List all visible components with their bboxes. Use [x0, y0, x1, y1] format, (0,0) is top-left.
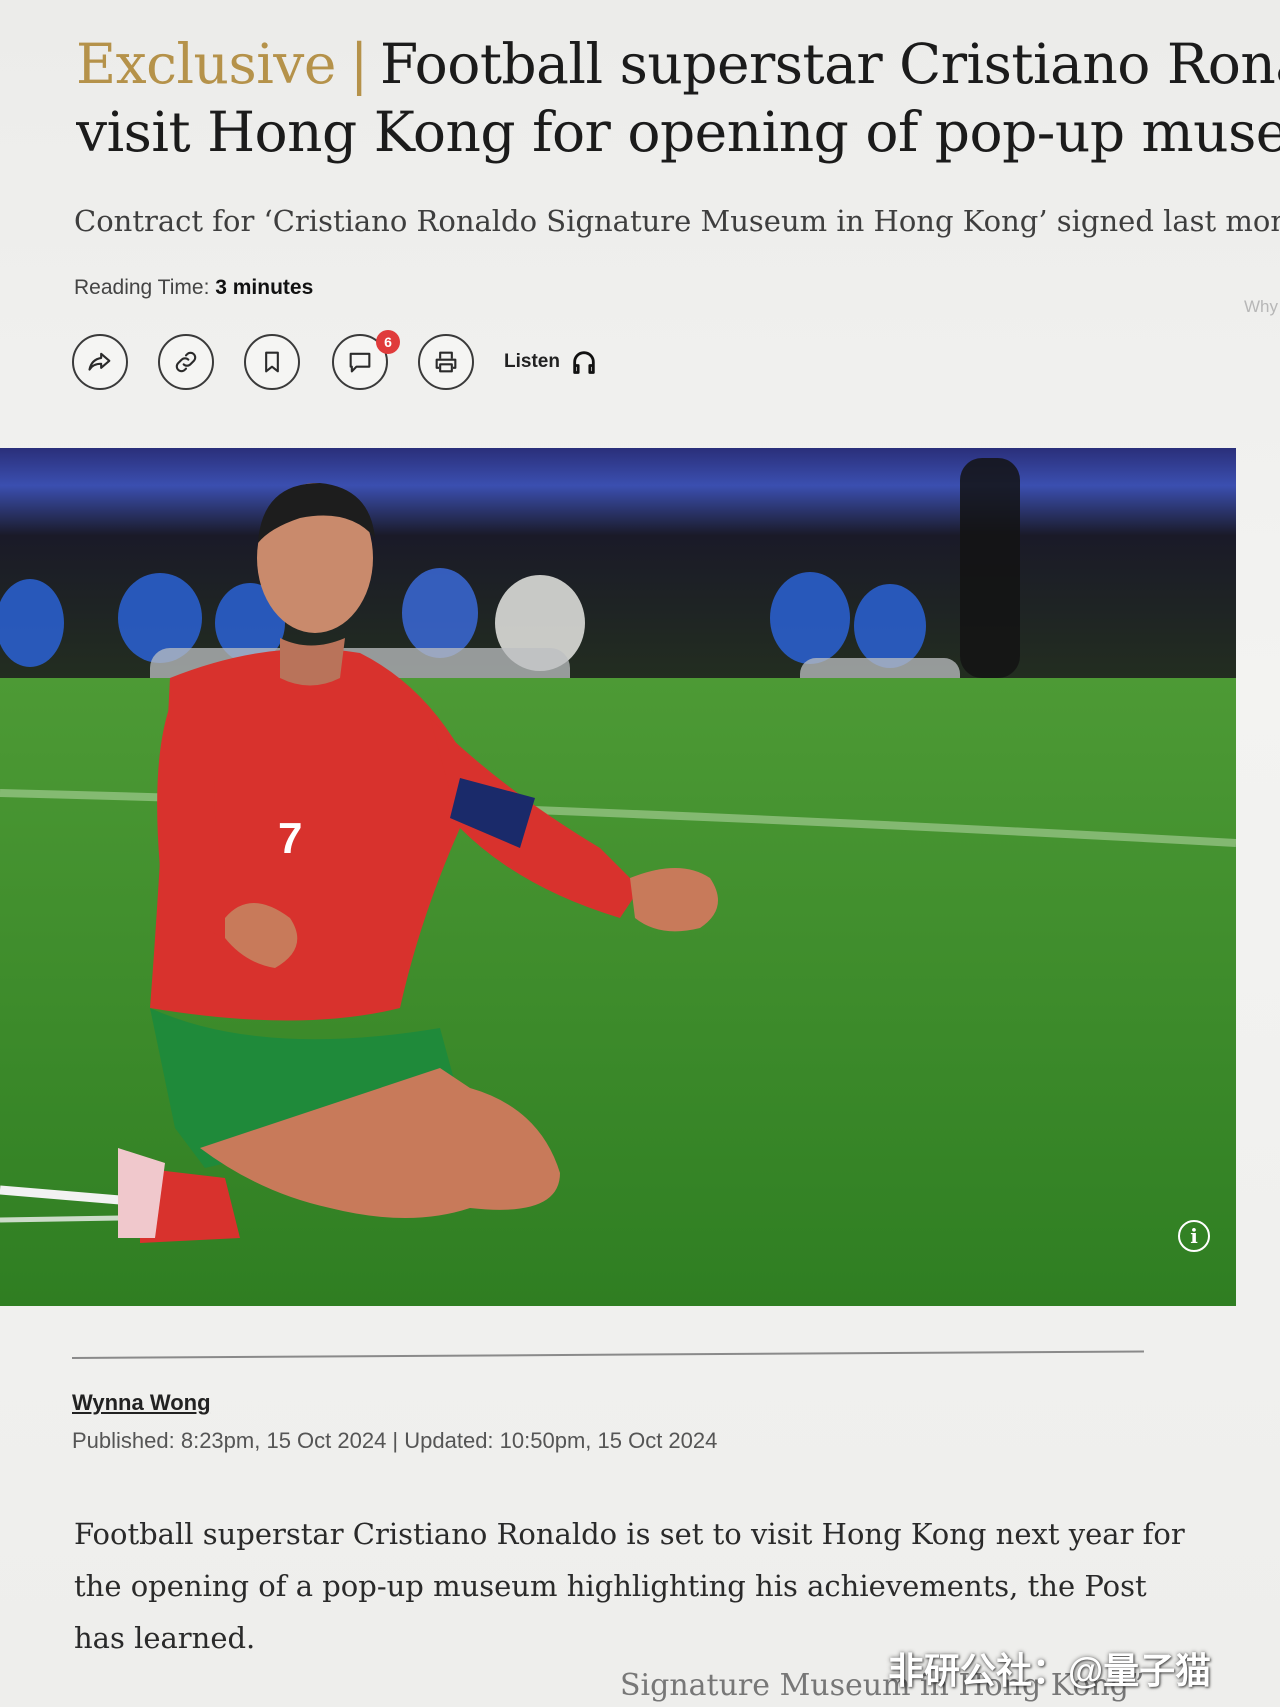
divider: [71, 1350, 1144, 1359]
bookmark-icon: [265, 351, 279, 373]
bookmark-button[interactable]: [244, 334, 300, 390]
footballer-kneeling-image: 7: [0, 448, 1236, 1306]
author-link[interactable]: Wynna Wong: [72, 1390, 211, 1416]
reading-time: Reading Time: 3 minutes: [74, 276, 313, 300]
share-icon: [88, 352, 111, 371]
watermark: 非研公社：@量子猫: [888, 1650, 1212, 1691]
share-button[interactable]: [72, 334, 128, 390]
publish-dates: Published: 8:23pm, 15 Oct 2024 | Updated…: [72, 1428, 718, 1453]
exclusive-tag: Exclusive: [76, 32, 336, 96]
link-icon: [175, 351, 197, 373]
article-paragraph: Football superstar Cristiano Ronaldo is …: [74, 1517, 1185, 1655]
subheadline: Contract for ‘Cristiano Ronaldo Signatur…: [74, 204, 1280, 238]
tag-separator: |: [349, 32, 369, 96]
headline-line-2: visit Hong Kong for opening of pop-up mu…: [76, 100, 1280, 164]
info-icon[interactable]: i: [1178, 1220, 1210, 1252]
listen-button[interactable]: Listen: [504, 348, 598, 376]
listen-label: Listen: [504, 351, 560, 372]
reading-time-value: 3 minutes: [215, 276, 314, 299]
comment-icon: [349, 352, 371, 373]
why-link[interactable]: Why: [1244, 297, 1278, 317]
print-icon: [435, 351, 457, 373]
comment-count-badge: 6: [376, 330, 400, 354]
copy-link-button[interactable]: [158, 334, 214, 390]
headline-text-1: Football superstar Cristiano Ronaldo: [379, 32, 1280, 96]
print-button[interactable]: [418, 334, 474, 390]
headline: Exclusive | Football superstar Cristiano R…: [76, 30, 1280, 166]
hero-photo: 7: [0, 448, 1236, 1306]
headphones-icon: [573, 351, 595, 374]
reading-time-label: Reading Time:: [74, 276, 210, 299]
jersey-number: 7: [278, 814, 302, 863]
headline-line-1: Exclusive | Football superstar Cristiano R…: [76, 30, 1280, 98]
